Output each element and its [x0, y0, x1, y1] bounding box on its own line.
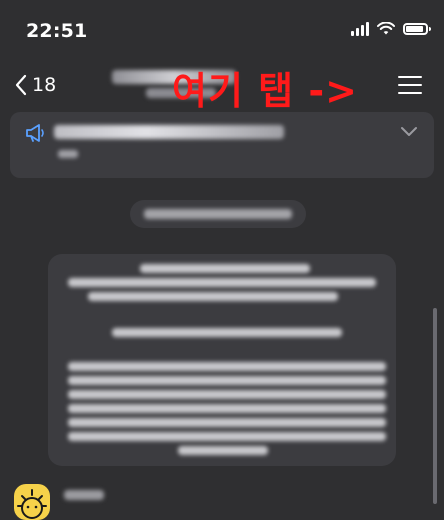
chevron-down-icon[interactable] [400, 126, 418, 138]
wifi-icon [377, 22, 395, 35]
menu-button[interactable] [398, 76, 422, 96]
chevron-left-icon [15, 74, 27, 96]
notice-banner[interactable] [10, 112, 434, 178]
message-line [140, 264, 310, 273]
avatar[interactable] [14, 484, 50, 520]
message-bubble[interactable] [48, 254, 396, 466]
unread-count: 18 [32, 74, 57, 96]
status-bar: 22:51 [0, 0, 444, 64]
notice-subtext-redacted [58, 150, 78, 158]
date-text-redacted [144, 209, 292, 219]
message-line [68, 404, 386, 413]
message-line [68, 362, 386, 371]
scrollbar[interactable] [433, 308, 437, 504]
sender-name-redacted [64, 490, 104, 500]
message-line [68, 376, 386, 385]
notice-text-redacted [54, 125, 284, 139]
message-line [68, 418, 386, 427]
back-button[interactable]: 18 [14, 74, 56, 96]
message-line [112, 328, 342, 337]
message-line [68, 390, 386, 399]
date-separator [130, 200, 306, 228]
status-icons [351, 22, 431, 36]
sun-icon [17, 489, 47, 519]
message-line [178, 446, 268, 455]
message-line [68, 432, 386, 441]
battery-icon [403, 23, 431, 35]
signal-icon [351, 22, 369, 36]
annotation-label: 여기 탭 -> [172, 69, 358, 113]
chat-header: 18 여기 탭 -> [0, 60, 444, 113]
sender-row [14, 484, 214, 520]
message-line [68, 278, 376, 287]
message-line [88, 292, 338, 301]
status-time: 22:51 [26, 20, 88, 42]
megaphone-icon [26, 124, 44, 142]
